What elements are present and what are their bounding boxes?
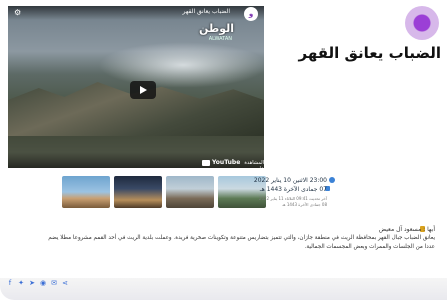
share-bar: f ✦ ➤ ◉ ✉ ⋖ bbox=[6, 279, 69, 287]
youtube-logo[interactable]: YouTube bbox=[202, 159, 240, 166]
video-player[interactable]: ⚙ الضباب يعانق القهر و الوطن ALWATAN You… bbox=[8, 6, 264, 168]
play-button[interactable] bbox=[130, 81, 156, 99]
page-title: الضباب يعانق القهر bbox=[298, 44, 441, 62]
share-icon[interactable]: ⋖ bbox=[61, 279, 69, 287]
video-brand-watermark: الوطن bbox=[198, 22, 234, 35]
twitter-icon[interactable]: ✦ bbox=[17, 279, 25, 287]
circle-logo-icon[interactable] bbox=[405, 6, 439, 40]
facebook-icon[interactable]: f bbox=[6, 279, 14, 287]
clock-icon bbox=[329, 177, 335, 183]
gallery-thumbnail-3[interactable] bbox=[166, 176, 214, 208]
video-brand-sub: ALWATAN bbox=[208, 36, 232, 42]
gallery-thumbnail-1[interactable] bbox=[62, 176, 110, 208]
author-line: أبها : مسعود آل معيض bbox=[378, 226, 435, 233]
email-icon[interactable]: ✉ bbox=[50, 279, 58, 287]
video-mist bbox=[98, 42, 264, 88]
watch-on-label[interactable]: المشاهدة على bbox=[242, 160, 264, 168]
article-body-line: يعانق الضباب جبال القهر بمحافظة الريث في… bbox=[48, 235, 435, 241]
video-settings-icon[interactable]: ⚙ bbox=[14, 8, 22, 17]
publish-date: 23:00 الاثنين 10 يناير 2022 bbox=[253, 177, 327, 184]
gallery-thumbnail-2[interactable] bbox=[114, 176, 162, 208]
whatsapp-icon[interactable]: ◉ bbox=[39, 279, 47, 287]
channel-avatar-icon[interactable]: و bbox=[244, 7, 258, 21]
updated-hijri-date: 08 جمادى الآخرة 1443 هـ bbox=[282, 202, 327, 207]
publish-hijri-date: 07 جمادى الآخرة 1443 هـ bbox=[259, 186, 327, 193]
youtube-icon bbox=[202, 159, 210, 166]
updated-date: آخر تحديث 09:41 الثلاثاء 11 يناير 2022 bbox=[258, 196, 327, 201]
article-body-line: عددا من الجلسات والممرات وبعض المجسمات ا… bbox=[304, 244, 435, 250]
video-title[interactable]: الضباب يعانق القهر bbox=[183, 8, 230, 15]
telegram-icon[interactable]: ➤ bbox=[28, 279, 36, 287]
article-page: الضباب يعانق القهر ⚙ الضباب يعانق القهر … bbox=[0, 0, 447, 300]
